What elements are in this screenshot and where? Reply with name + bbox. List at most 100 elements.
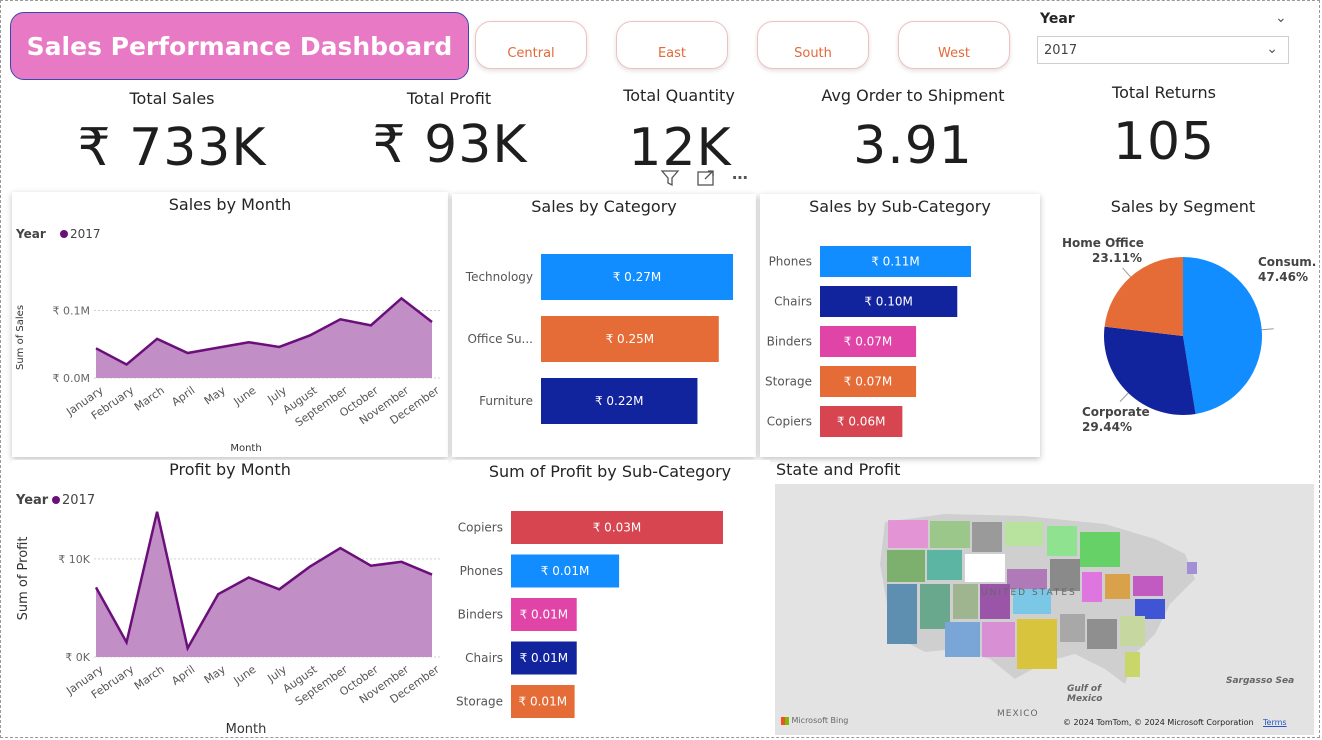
bar-label: ₹ 0.03M [593,521,642,535]
legend-marker [52,496,60,504]
y-tick-label: ₹ 0.1M [53,305,90,318]
visual-toolbar: ⋯ [660,168,748,192]
legend-title: Year [15,493,49,508]
year-slicer-value: 2017 [1044,43,1078,58]
category-label: Binders [767,335,812,349]
bar-label: ₹ 0.07M [844,375,893,389]
bar-label: ₹ 0.22M [595,394,644,408]
bar-label: ₹ 0.10M [864,295,913,309]
state-profit-map[interactable]: UNITED STATES MEXICO Gulf of Mexico Sarg… [775,484,1314,735]
region-button-east[interactable]: East [616,21,728,69]
y-axis-label: Sum of Sales [15,305,26,370]
y-tick-label: ₹ 10K [58,553,90,566]
chart-title: Sales by Category [531,197,676,216]
kpi-total-profit-value: ₹ 93K [372,115,528,175]
leader-line [1261,328,1274,331]
map-label-mexico: MEXICO [997,709,1039,719]
kpi-total-sales-value: ₹ 733K [77,118,267,178]
bar-label: ₹ 0.27M [613,270,662,284]
slice-value-label: 23.11% [1092,251,1142,265]
x-axis-label: Month [226,722,267,736]
category-label: Furniture [479,394,533,408]
map-attribution: © 2024 TomTom, © 2024 Microsoft Corporat… [1063,718,1254,727]
category-label: Chairs [465,651,503,665]
bar-label: ₹ 0.01M [519,695,568,709]
slice-value-label: 29.44% [1082,420,1132,434]
category-label: Storage [765,375,812,389]
year-slicer-dropdown[interactable]: 2017 ⌄ [1037,36,1289,64]
chart-title: Profit by Month [169,460,291,479]
slice-category-label: Corporate [1082,405,1150,419]
bar-label: ₹ 0.01M [541,564,590,578]
map-title: State and Profit [776,460,901,479]
pie-slice [1183,257,1262,414]
chevron-down-icon: ⌄ [1266,41,1278,57]
category-label: Technology [465,270,533,284]
region-button-south[interactable]: South [757,21,869,69]
kpi-avg-shipment-value: 3.91 [853,116,973,176]
chart-title: Sales by Segment [1111,197,1255,216]
category-label: Copiers [767,415,812,429]
bar-label: ₹ 0.11M [871,255,920,269]
focus-mode-icon[interactable] [696,168,716,192]
map-label-gulf: Gulf of Mexico [1067,684,1103,704]
x-tick-label: June [231,663,259,688]
x-tick-label: June [231,384,259,409]
bar-label: ₹ 0.07M [844,335,893,349]
x-tick-label: April [169,663,197,688]
sales-by-month-chart: Sales by MonthYear 2017₹ 0.1M₹ 0.0MJanuar… [15,195,442,454]
x-tick-label: May [202,384,228,408]
profit-by-subcategory-chart: Sum of Profit by Sub-Category Copiers ₹ 0.… [456,462,731,718]
category-label: Storage [456,695,503,709]
y-axis-label: Sum of Profit [16,537,31,621]
us-map-graphic [880,514,1197,684]
leader-line [1119,392,1129,402]
pie-slice [1104,257,1183,336]
region-button-west[interactable]: West [898,21,1010,69]
sales-by-category-panel: Sales by Category Technology ₹ 0.27M Office… [452,194,756,457]
kpi-total-profit-label: Total Profit [406,89,492,108]
bar-label: ₹ 0.01M [520,608,569,622]
profit-by-subcategory-panel: Sum of Profit by Sub-Category Copiers ₹ 0.… [452,460,770,736]
category-label: Copiers [458,521,503,535]
pie-slice [1104,326,1196,415]
chart-title: Sum of Profit by Sub-Category [489,462,731,481]
more-options-icon[interactable]: ⋯ [732,168,748,192]
sales-by-category-chart: Sales by Category Technology ₹ 0.27M Office… [465,197,733,424]
category-label: Phones [769,255,812,269]
chart-title: Sales by Month [169,195,292,214]
filter-icon[interactable] [660,168,680,192]
sales-by-segment-panel: Sales by Segment Consum...47.46% Corporate… [1046,194,1322,457]
dashboard-title: Sales Performance Dashboard [10,12,469,80]
x-tick-label: April [169,384,197,409]
category-label: Chairs [774,295,812,309]
chart-title: Sales by Sub-Category [809,197,991,216]
region-button-central[interactable]: Central [475,21,587,69]
y-tick-label: ₹ 0K [65,651,90,664]
kpi-total-sales-label: Total Sales [129,89,215,108]
profit-by-month-panel: Profit by Month Year 2017 ₹ 10K ₹ 0K January F… [12,460,448,737]
profit-by-month-chart: Profit by MonthYear 2017₹ 10K₹ 0KJanuaryF… [15,460,442,737]
slice-category-label: Consum... [1258,255,1316,269]
legend-item: 2017 [62,493,95,508]
y-tick-label: ₹ 0.0M [53,372,90,385]
x-tick-label: May [202,663,228,687]
leader-line [1122,267,1131,278]
kpi-total-quantity-label: Total Quantity [623,86,735,105]
legend-title: Year [15,227,46,241]
slice-category-label: Home Office [1062,236,1144,250]
chevron-down-icon[interactable]: ⌄ [1275,10,1287,26]
kpi-total-returns-value: 105 [1112,112,1216,172]
category-label: Office Su... [467,332,533,346]
map-label-us: UNITED STATES [981,588,1077,598]
bar-label: ₹ 0.25M [606,332,655,346]
legend-marker [60,230,68,238]
sales-by-subcategory-chart: Sales by Sub-Category Phones ₹ 0.11M Chairs… [765,197,991,437]
bing-logo: Microsoft Bing [781,716,848,725]
sales-by-segment-chart: Sales by Segment Consum...47.46% Corporate… [1062,197,1322,434]
sales-by-subcategory-panel: Sales by Sub-Category Phones ₹ 0.11M Chairs… [760,194,1040,457]
map-label-sargasso: Sargasso Sea [1226,676,1295,686]
map-terms-link[interactable]: Terms [1263,718,1287,727]
x-tick-label: March [132,384,167,414]
x-axis-label: Month [230,443,261,454]
